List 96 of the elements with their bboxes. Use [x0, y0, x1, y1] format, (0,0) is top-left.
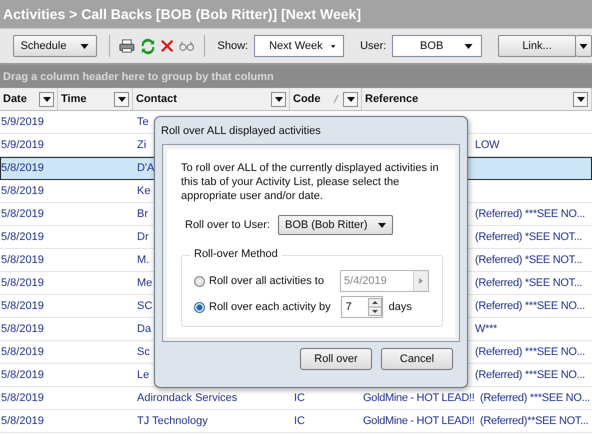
dialog-button[interactable]: Roll over [300, 348, 372, 370]
table-cell-text: (Referred) ***SEE NO... [474, 369, 586, 381]
table-cell-text: 5/8/2019 [0, 185, 45, 197]
table-cell-text: Me [136, 277, 154, 289]
table-cell-text: 5/8/2019 [0, 300, 45, 312]
show-label: Show: [218, 40, 248, 52]
filter-button[interactable] [271, 92, 286, 106]
date-field[interactable]: 5/4/2019 [340, 270, 429, 292]
caret-icon [274, 96, 282, 102]
radio-button[interactable] [194, 302, 205, 312]
refresh-icon[interactable] [140, 38, 155, 54]
table-cell-text: 5/8/2019 [0, 254, 45, 266]
unit-label: days [388, 301, 412, 313]
delete-icon[interactable] [160, 39, 173, 53]
show-dropdown[interactable]: Next Week [254, 35, 344, 57]
caret-icon [464, 44, 473, 48]
table-cell-text: D'A [136, 162, 156, 174]
table-cell-text: (Referred) *SEE NOT... [474, 231, 584, 243]
caret-icon [42, 96, 50, 102]
table-cell-text: 5/8/2019 [0, 231, 45, 243]
table-cell-text: Le [136, 369, 150, 381]
caret-icon [80, 44, 90, 48]
column-label: Code [293, 93, 322, 105]
column-header[interactable]: Date [0, 88, 58, 110]
table-cell-text: Dr [136, 231, 150, 243]
caret-icon [346, 96, 354, 102]
column-header[interactable]: Time [58, 88, 133, 110]
group-title: Roll-over Method [190, 248, 282, 260]
user-dropdown[interactable]: BOB [392, 35, 482, 57]
table-cell-text: (Referred) ***SEE NO... [474, 300, 586, 312]
table-row[interactable]: 5/8/2019 TJ Technology IC GoldMine - HOT LEAD!! (Referred)**SEE NOT... [0, 410, 592, 433]
column-header[interactable]: Code [290, 88, 362, 110]
table-cell-text: Sc [136, 346, 151, 358]
caret-icon [118, 96, 126, 102]
column-label: Contact [136, 93, 178, 105]
caret-icon [418, 278, 423, 284]
link-button[interactable]: Link... [498, 35, 576, 57]
table-cell-text: 5/8/2019 [0, 415, 45, 427]
table-cell-text: 5/9/2019 [0, 116, 45, 128]
filter-button[interactable] [39, 92, 54, 106]
table-cell-text: LOW [474, 139, 500, 151]
column-label: Reference [365, 93, 420, 105]
table-cell-text: GoldMine - HOT LEAD!! (Referred)**SEE NOT... [362, 415, 590, 427]
filter-button[interactable] [573, 92, 588, 106]
days-spinner[interactable]: 7 [340, 296, 383, 318]
caret-icon [330, 44, 336, 48]
table-cell-text: Da [136, 323, 152, 335]
table-cell-text: IC [293, 392, 306, 404]
table-cell-text: SC [136, 300, 154, 312]
spin-arrows-icon [368, 298, 382, 316]
table-cell-text: 5/8/2019 [0, 369, 45, 381]
column-header[interactable]: Contact [133, 88, 290, 110]
table-cell-text: 5/8/2019 [0, 346, 45, 358]
picker-button[interactable] [412, 271, 428, 291]
user-dropdown[interactable]: BOB (Bob Ritter) [278, 215, 393, 235]
user-label: User: [360, 40, 386, 52]
filter-button[interactable] [343, 92, 358, 106]
schedule-button[interactable]: Schedule [13, 35, 97, 57]
glasses-icon[interactable] [178, 40, 195, 52]
table-cell-text: 5/9/2019 [0, 139, 45, 151]
column-header[interactable]: Reference [362, 88, 592, 110]
user-label: Roll over to User: [185, 219, 270, 231]
table-cell-text: 5/8/2019 [0, 277, 45, 289]
dialog-button[interactable]: Cancel [381, 348, 453, 370]
table-cell-text: Zi [136, 139, 148, 151]
table-cell-text: 5/8/2019 [0, 208, 45, 220]
table-cell-text: Adirondack Services [136, 392, 238, 404]
option-label: Roll over all activities to [209, 275, 324, 287]
group-hint: Drag a column header here to group by that column [3, 70, 274, 82]
option-label: Roll over each activity by [209, 301, 331, 313]
caret-icon [579, 44, 588, 48]
table-cell-text: (Referred) *SEE NOT... [474, 254, 584, 266]
table-cell-text: GoldMine - HOT LEAD!! (Referred) ***SEE NO... [362, 392, 591, 404]
table-cell-text: (Referred) *SEE NOT... [474, 277, 584, 289]
link-menu-button[interactable] [576, 35, 592, 57]
table-cell-text: (Referred) ***SEE NO... [474, 346, 586, 358]
table-cell-text: 5/8/2019 [0, 323, 45, 335]
column-label: Time [61, 93, 88, 105]
table-cell-text: TJ Technology [136, 415, 209, 427]
printer-icon[interactable] [118, 38, 135, 54]
table-cell-text: M. [136, 254, 150, 266]
radio-button[interactable] [194, 276, 205, 286]
table-cell-text: Br [136, 208, 149, 220]
table-cell-text: 5/8/2019 [0, 162, 45, 174]
filter-button[interactable] [114, 92, 129, 106]
caret-icon [378, 222, 386, 228]
table-cell-text: Ke [136, 185, 152, 197]
table-cell-text: Te [136, 116, 150, 128]
table-cell-text: IC [293, 415, 306, 427]
breadcrumb-title: Activities > Call Backs [BOB (Bob Ritter)] [Next Week] [3, 6, 361, 22]
dialog-title: Roll over ALL displayed activities [160, 124, 322, 138]
table-cell-text: W*** [474, 323, 498, 335]
column-label: Date [3, 93, 28, 105]
table-cell-text: 5/8/2019 [0, 392, 45, 404]
caret-icon [576, 96, 584, 102]
table-cell-text: (Referred) ***SEE NO... [474, 208, 586, 220]
